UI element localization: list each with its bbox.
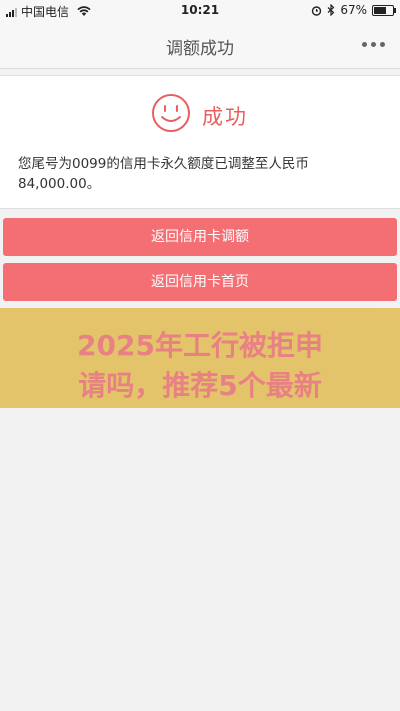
- overlay-banner: 2025年工行被拒申 请吗，推荐5个最新: [0, 308, 400, 408]
- status-bar: 中国电信 10:21 67%: [0, 0, 400, 20]
- success-label: 成功: [202, 105, 248, 129]
- battery-fill: [374, 6, 387, 14]
- smile-icon: [152, 94, 190, 132]
- page-title: 调额成功: [166, 39, 234, 59]
- result-message: 您尾号为0099的信用卡永久额度已调整至人民币 84,000.00。: [18, 156, 309, 192]
- alarm-icon: [312, 5, 322, 16]
- status-right: 67%: [311, 3, 396, 17]
- battery-percent: 67%: [340, 3, 367, 17]
- bluetooth-icon: [327, 4, 335, 16]
- result-card: 成功 您尾号为0099的信用卡永久额度已调整至人民币 84,000.00。: [0, 75, 400, 209]
- back-to-home-button[interactable]: 返回信用卡首页: [3, 263, 397, 301]
- nav-bar: 调额成功: [0, 20, 400, 69]
- more-dots-icon[interactable]: [358, 32, 388, 56]
- battery-icon: [372, 4, 396, 16]
- back-to-adjust-button[interactable]: 返回信用卡调额: [3, 218, 397, 256]
- banner-line-2: 请吗，推荐5个最新: [78, 369, 322, 402]
- screen: 中国电信 10:21 67% 调额成功 成功 您尾号为0099的信用卡永久额度已…: [0, 0, 400, 711]
- banner-line-1: 2025年工行被拒申: [77, 329, 323, 362]
